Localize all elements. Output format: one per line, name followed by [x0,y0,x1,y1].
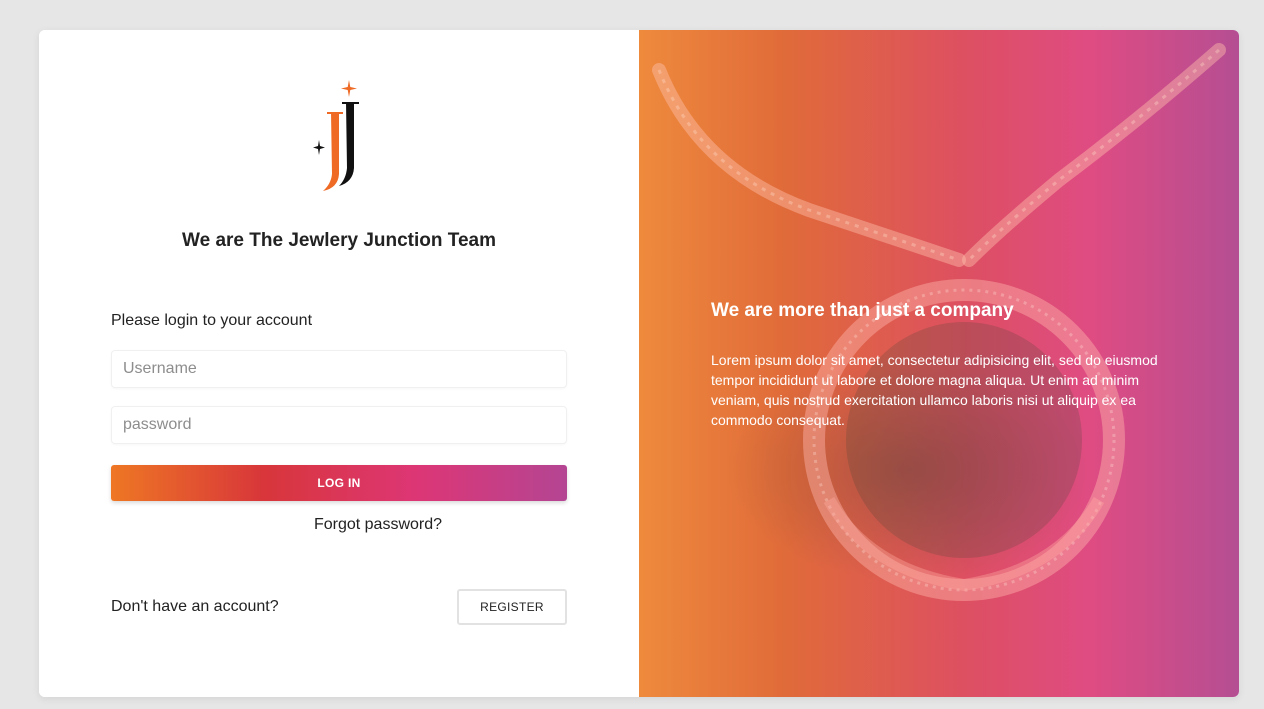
username-input[interactable] [111,350,567,388]
no-account-text: Don't have an account? [111,598,279,615]
login-button[interactable]: LOG IN [111,465,567,501]
password-input[interactable] [111,406,567,444]
page-title: We are The Jewlery Junction Team [182,230,496,251]
login-card: We are The Jewlery Junction Team Please … [39,30,1239,697]
forgot-password-link[interactable]: Forgot password? [39,516,717,534]
login-panel: We are The Jewlery Junction Team Please … [39,30,639,697]
promo-body-text: Lorem ipsum dolor sit amet, consectetur … [711,352,1158,428]
promo-panel: We are more than just a company Lorem ip… [639,30,1239,697]
register-button[interactable]: REGISTER [457,589,567,625]
promo-title: We are more than just a company [711,300,1014,321]
login-prompt: Please login to your account [111,312,313,329]
jj-star-logo-icon [313,80,359,191]
